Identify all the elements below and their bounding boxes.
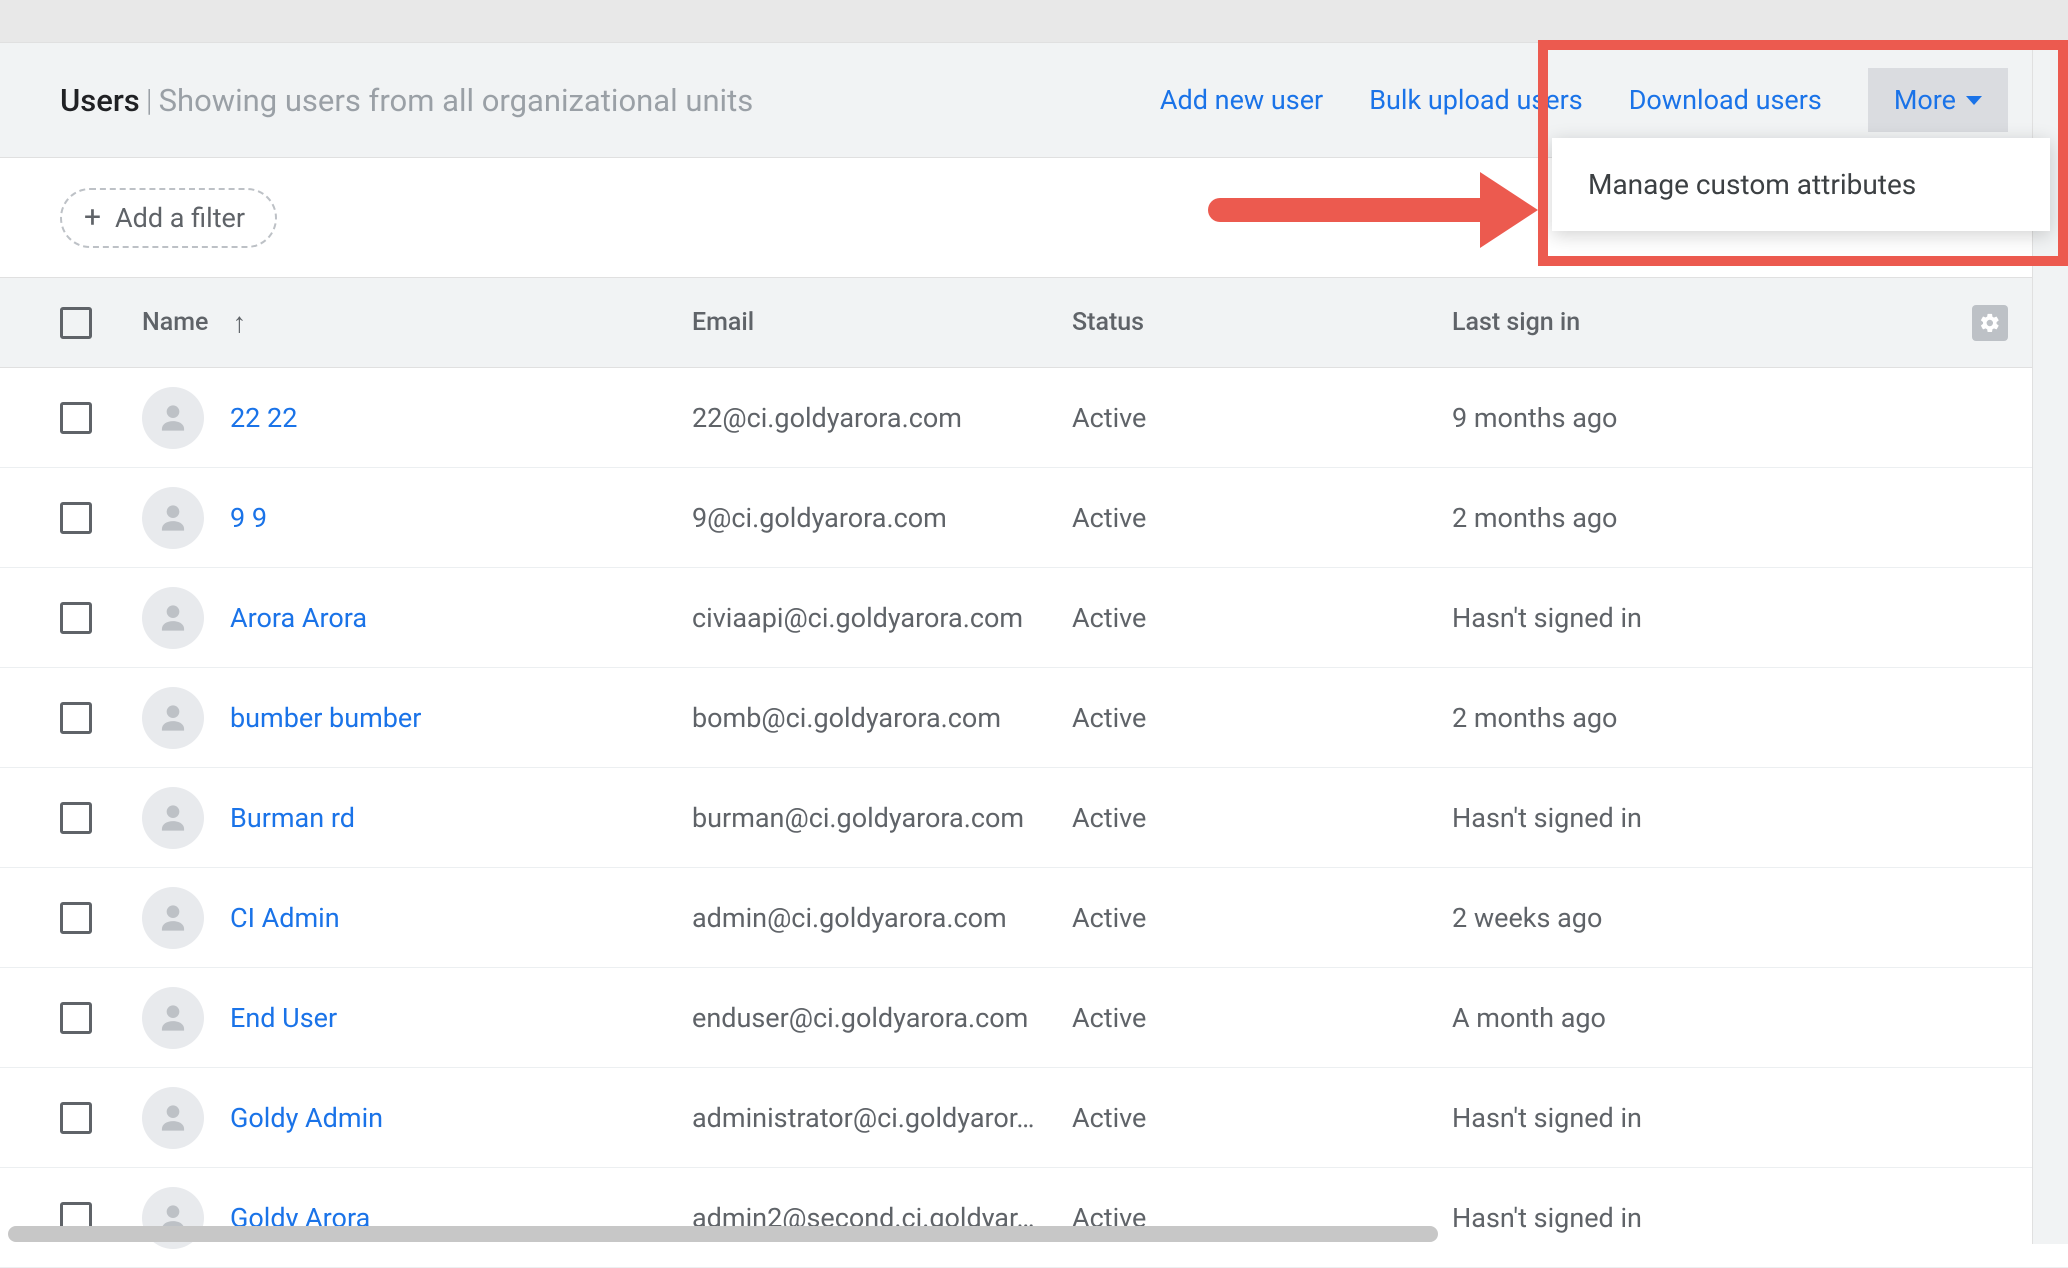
horizontal-scrollbar[interactable] bbox=[8, 1226, 1438, 1242]
users-table-body: 22 2222@ci.goldyarora.comActive9 months … bbox=[0, 368, 2068, 1268]
table-header-row: Name ↑ Email Status Last sign in bbox=[0, 278, 2068, 368]
user-email: admin@ci.goldyarora.com bbox=[692, 902, 1072, 934]
user-status: Active bbox=[1072, 502, 1452, 534]
column-header-status[interactable]: Status bbox=[1072, 308, 1144, 337]
user-email: bomb@ci.goldyarora.com bbox=[692, 702, 1072, 734]
user-last-sign-in: 2 months ago bbox=[1452, 502, 1952, 534]
user-name-link[interactable]: 22 22 bbox=[230, 402, 297, 434]
plus-icon: + bbox=[84, 203, 101, 233]
avatar bbox=[142, 587, 204, 649]
table-row[interactable]: 22 22 22@ci.goldyarora.comActive9 months … bbox=[0, 368, 2068, 468]
title-separator: | bbox=[146, 82, 153, 119]
bulk-upload-users-link[interactable]: Bulk upload users bbox=[1369, 84, 1583, 116]
user-name-link[interactable]: Goldy Admin bbox=[230, 1102, 383, 1134]
row-checkbox[interactable] bbox=[60, 802, 92, 834]
user-name-link[interactable]: Burman rd bbox=[230, 802, 355, 834]
user-name-link[interactable]: 9 9 bbox=[230, 502, 267, 534]
download-users-link[interactable]: Download users bbox=[1629, 84, 1822, 116]
user-status: Active bbox=[1072, 1002, 1452, 1034]
avatar bbox=[142, 987, 204, 1049]
table-row[interactable]: Arora Arora civiaapi@ci.goldyarora.comAct… bbox=[0, 568, 2068, 668]
avatar bbox=[142, 687, 204, 749]
more-dropdown-menu: Manage custom attributes bbox=[1552, 138, 2050, 231]
add-filter-label: Add a filter bbox=[115, 202, 245, 234]
row-checkbox[interactable] bbox=[60, 702, 92, 734]
sort-ascending-icon[interactable]: ↑ bbox=[232, 306, 246, 339]
user-name-link[interactable]: bumber bumber bbox=[230, 702, 421, 734]
more-button[interactable]: More bbox=[1868, 68, 2008, 132]
user-email: administrator@ci.goldyaror… bbox=[692, 1102, 1072, 1134]
column-settings-button[interactable] bbox=[1972, 305, 2008, 341]
avatar bbox=[142, 887, 204, 949]
table-row[interactable]: Goldy Admin administrator@ci.goldyaror…Ac… bbox=[0, 1068, 2068, 1168]
page-title: Users bbox=[60, 82, 140, 119]
row-checkbox[interactable] bbox=[60, 402, 92, 434]
avatar bbox=[142, 787, 204, 849]
gear-icon bbox=[1979, 312, 2001, 334]
row-checkbox[interactable] bbox=[60, 1002, 92, 1034]
row-checkbox[interactable] bbox=[60, 902, 92, 934]
user-email: burman@ci.goldyarora.com bbox=[692, 802, 1072, 834]
user-email: 9@ci.goldyarora.com bbox=[692, 502, 1072, 534]
table-row[interactable]: End User enduser@ci.goldyarora.comActiveA… bbox=[0, 968, 2068, 1068]
select-all-checkbox[interactable] bbox=[60, 307, 92, 339]
user-status: Active bbox=[1072, 702, 1452, 734]
add-filter-button[interactable]: + Add a filter bbox=[60, 188, 277, 248]
row-checkbox[interactable] bbox=[60, 502, 92, 534]
table-row[interactable]: Burman rd burman@ci.goldyarora.comActiveH… bbox=[0, 768, 2068, 868]
row-checkbox[interactable] bbox=[60, 602, 92, 634]
row-checkbox[interactable] bbox=[60, 1102, 92, 1134]
avatar bbox=[142, 1087, 204, 1149]
avatar bbox=[142, 387, 204, 449]
chevron-down-icon bbox=[1966, 96, 1982, 105]
user-last-sign-in: 2 weeks ago bbox=[1452, 902, 1952, 934]
page-subtitle: Showing users from all organizational un… bbox=[159, 82, 754, 119]
user-name-link[interactable]: CI Admin bbox=[230, 902, 340, 934]
column-header-email[interactable]: Email bbox=[692, 308, 754, 337]
user-email: civiaapi@ci.goldyarora.com bbox=[692, 602, 1072, 634]
avatar bbox=[142, 487, 204, 549]
more-button-label: More bbox=[1894, 84, 1956, 116]
column-header-last-sign-in[interactable]: Last sign in bbox=[1452, 308, 1580, 337]
header-title-group: Users | Showing users from all organizat… bbox=[60, 82, 753, 119]
user-last-sign-in: Hasn't signed in bbox=[1452, 1102, 1952, 1134]
user-status: Active bbox=[1072, 1102, 1452, 1134]
user-status: Active bbox=[1072, 402, 1452, 434]
user-last-sign-in: 2 months ago bbox=[1452, 702, 1952, 734]
user-last-sign-in: Hasn't signed in bbox=[1452, 602, 1952, 634]
user-email: 22@ci.goldyarora.com bbox=[692, 402, 1072, 434]
user-last-sign-in: A month ago bbox=[1452, 1002, 1952, 1034]
user-status: Active bbox=[1072, 902, 1452, 934]
manage-custom-attributes-item[interactable]: Manage custom attributes bbox=[1552, 138, 2050, 231]
table-row[interactable]: bumber bumber bomb@ci.goldyarora.comActiv… bbox=[0, 668, 2068, 768]
user-name-link[interactable]: Arora Arora bbox=[230, 602, 367, 634]
header-actions: Add new user Bulk upload users Download … bbox=[1160, 68, 2008, 132]
user-email: enduser@ci.goldyarora.com bbox=[692, 1002, 1072, 1034]
user-last-sign-in: Hasn't signed in bbox=[1452, 1202, 1952, 1234]
table-row[interactable]: Goldy Aroraadmin2@second.ci.goldyar…Acti… bbox=[0, 1168, 2068, 1268]
user-status: Active bbox=[1072, 602, 1452, 634]
column-header-name[interactable]: Name bbox=[142, 308, 208, 337]
table-row[interactable]: 9 9 9@ci.goldyarora.comActive2 months ago bbox=[0, 468, 2068, 568]
user-last-sign-in: 9 months ago bbox=[1452, 402, 1952, 434]
add-new-user-link[interactable]: Add new user bbox=[1160, 84, 1323, 116]
table-row[interactable]: CI Admin admin@ci.goldyarora.comActive2 w… bbox=[0, 868, 2068, 968]
user-name-link[interactable]: End User bbox=[230, 1002, 337, 1034]
user-status: Active bbox=[1072, 802, 1452, 834]
user-last-sign-in: Hasn't signed in bbox=[1452, 802, 1952, 834]
